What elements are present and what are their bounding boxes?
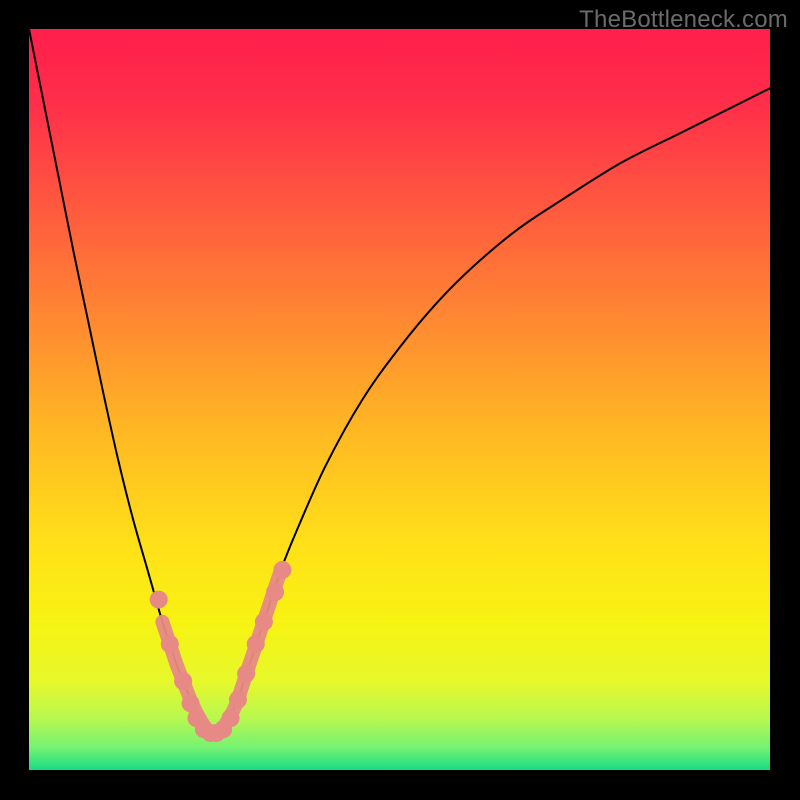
data-marker — [222, 709, 240, 727]
data-marker — [266, 583, 284, 601]
data-marker — [237, 665, 255, 683]
data-marker — [255, 613, 273, 631]
chart-frame: TheBottleneck.com — [0, 0, 800, 800]
data-marker — [161, 635, 179, 653]
data-marker — [247, 635, 265, 653]
plot-area — [29, 29, 770, 770]
data-marker — [273, 561, 291, 579]
data-marker — [174, 672, 192, 690]
chart-svg — [29, 29, 770, 770]
data-marker — [150, 591, 168, 609]
watermark-text: TheBottleneck.com — [579, 6, 788, 34]
data-marker — [229, 691, 247, 709]
gradient-background — [29, 29, 770, 770]
